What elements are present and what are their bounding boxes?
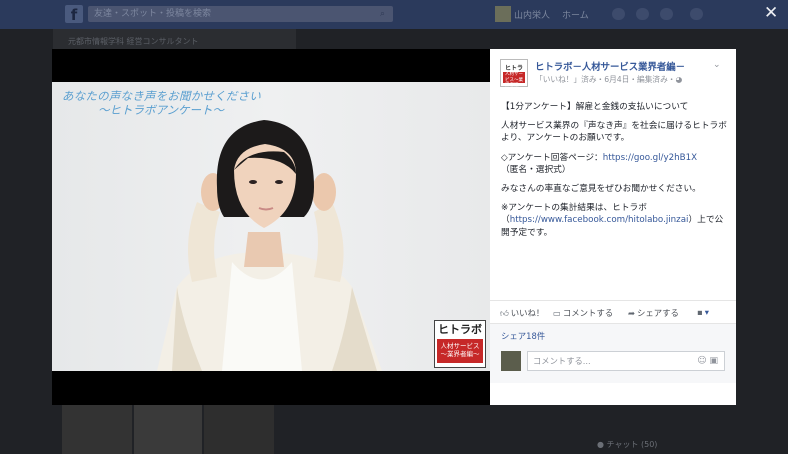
post-meta: 「いいね！」済み・6月4日・編集済み・◕	[535, 74, 682, 85]
comment-composer: コメントする... ☺ ▣	[490, 345, 736, 383]
speech-bubble-icon: ▭	[553, 308, 561, 318]
result-paragraph: ※アンケートの集計結果は、ヒトラボ（https://www.facebook.c…	[501, 202, 729, 239]
result-link[interactable]: https://www.facebook.com/hitolabo.jinzai	[510, 215, 689, 225]
photo-viewer: あなたの声なき声をお聞かせください ～ヒトラボアンケート～ ヒトラボ 人材サービ…	[52, 49, 490, 405]
survey-link[interactable]: https://goo.gl/y2hB1X	[603, 153, 697, 163]
logo-title: ヒトラボ	[438, 323, 482, 336]
chevron-down-icon: ▾	[704, 307, 709, 317]
search-input[interactable]: 友達・スポット・投稿を検索 ⌕	[88, 6, 393, 22]
photo-thumb[interactable]	[134, 404, 202, 454]
top-navbar: f 友達・スポット・投稿を検索 ⌕ 山内栄人 ホーム	[0, 0, 788, 29]
post-as-selector[interactable]: ▪ ▾	[697, 307, 709, 317]
page-avatar[interactable]: ヒトラボ 人材サービス～業界者編～	[500, 59, 528, 88]
comment-label: コメントする	[562, 308, 614, 318]
shares-count-link[interactable]: シェア18件	[501, 330, 545, 342]
friend-requests-icon[interactable]	[612, 8, 625, 20]
chevron-down-icon[interactable]: ⌄	[713, 60, 721, 70]
thumbs-up-icon: 👍︎	[500, 308, 509, 318]
hitolabo-logo: ヒトラボ 人材サービス ～業界者編～	[434, 320, 486, 368]
search-placeholder: 友達・スポット・投稿を検索	[94, 9, 212, 19]
comment-button[interactable]: ▭ コメントする	[553, 307, 613, 319]
share-arrow-icon: ➦	[628, 308, 636, 318]
home-link[interactable]: ホーム	[562, 8, 589, 21]
share-label: シェアする	[637, 308, 679, 318]
privacy-icon[interactable]	[690, 8, 703, 20]
page-avatar-small: ▪	[697, 307, 703, 317]
shares-row: シェア18件	[490, 323, 736, 346]
photo-thumb[interactable]	[62, 404, 132, 454]
post-actions: 👍︎ いいね！ ▭ コメントする ➦ シェアする ▪ ▾	[490, 300, 736, 323]
photo-thumb[interactable]	[204, 404, 274, 454]
emoji-icon[interactable]: ☺ ▣	[697, 352, 718, 370]
notifications-icon[interactable]	[660, 8, 673, 20]
messages-icon[interactable]	[636, 8, 649, 20]
image-caption-line2: ～ヒトラボアンケート～	[98, 103, 225, 117]
post-paragraph: 【1分アンケート】解雇と金銭の支払いについて	[501, 102, 689, 112]
avatar-subtitle: 人材サービス～業界者編～	[503, 72, 525, 88]
profile-intro-text: 元都市情報学科 経営コンサルタント	[68, 37, 199, 46]
like-label: いいね！	[510, 308, 545, 318]
search-icon[interactable]: ⌕	[380, 6, 385, 22]
comment-placeholder: コメントする...	[533, 356, 591, 366]
user-name-link[interactable]: 山内栄人	[514, 8, 550, 21]
post-meta-text: 「いいね！」済み・6月4日・編集済み・	[535, 75, 676, 84]
close-icon[interactable]: ✕	[764, 4, 778, 22]
post-text: 【1分アンケート】解雇と金銭の支払いについて 人材サービス業界の『声なき声』を社…	[501, 101, 729, 246]
share-button[interactable]: ➦ シェアする	[628, 307, 679, 319]
post-image[interactable]: あなたの声なき声をお聞かせください ～ヒトラボアンケート～ ヒトラボ 人材サービ…	[52, 82, 490, 371]
user-avatar	[501, 351, 521, 371]
page-name-link[interactable]: ヒトラボ－人材サービス業界者編－	[535, 59, 685, 73]
comment-input[interactable]: コメントする... ☺ ▣	[527, 351, 725, 371]
user-avatar[interactable]	[495, 6, 511, 22]
post-paragraph: 人材サービス業界の『声なき声』を社会に届けるヒトラボより、アンケートのお願いです…	[501, 121, 727, 144]
survey-label: ◇アンケート回答ページ：	[501, 152, 603, 163]
woman-photo	[157, 120, 382, 371]
survey-paragraph: ◇アンケート回答ページ：https://goo.gl/y2hB1X （匿名・選択…	[501, 152, 729, 176]
like-button[interactable]: 👍︎ いいね！	[500, 307, 544, 319]
survey-note: （匿名・選択式）	[501, 164, 571, 175]
post-panel: ヒトラボ 人材サービス～業界者編～ ヒトラボ－人材サービス業界者編－ 「いいね！…	[490, 49, 736, 405]
facebook-logo[interactable]: f	[65, 5, 83, 24]
logo-subtitle: 人材サービス ～業界者編～	[437, 339, 483, 363]
post-paragraph: みなさんの率直なご意見をぜひお聞かせください。	[501, 184, 701, 195]
globe-icon: ◕	[675, 75, 683, 84]
chat-bar[interactable]: ● チャット (50)	[597, 439, 657, 450]
